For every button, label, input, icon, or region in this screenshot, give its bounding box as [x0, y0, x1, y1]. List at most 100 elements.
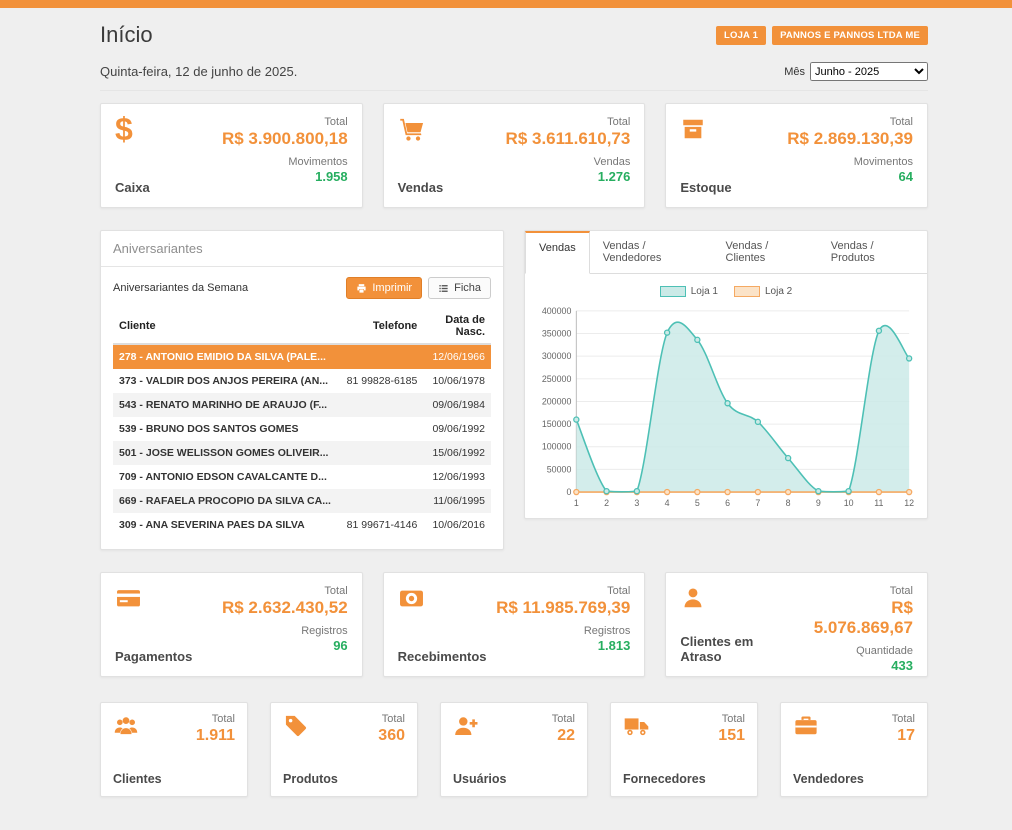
recebimentos-left: Recebimentos: [398, 585, 487, 664]
recebimentos-total-value: R$ 11.985.769,39: [496, 598, 630, 618]
vendas-card: Vendas Total R$ 3.611.610,73 Vendas 1.27…: [383, 103, 646, 208]
vendas-values: Total R$ 3.611.610,73 Vendas 1.276: [506, 116, 631, 195]
usuarios-count-title: Usuários: [453, 772, 507, 786]
row-cliente: 539 - BRUNO DOS SANTOS GOMES: [113, 417, 337, 441]
row-telefone: [337, 465, 423, 489]
row-cliente: 501 - JOSE WELISSON GOMES OLIVEIR...: [113, 441, 337, 465]
col-cliente: Cliente: [113, 309, 337, 344]
pagamentos-title: Pagamentos: [115, 649, 192, 664]
estoque-card: Estoque Total R$ 2.869.130,39 Movimentos…: [665, 103, 928, 208]
month-select[interactable]: Junho - 2025: [810, 62, 928, 81]
recebimentos-values: Total R$ 11.985.769,39 Registros 1.813: [496, 585, 630, 664]
printer-icon: [356, 283, 367, 294]
svg-text:250000: 250000: [542, 374, 572, 384]
fornecedores-count-values: Total 151: [718, 713, 745, 786]
row-telefone: 81 99828-6185: [337, 369, 423, 393]
caixa-sub-label: Movimentos: [222, 156, 348, 168]
clientes-atraso-card: Clientes em Atraso Total R$ 5.076.869,67…: [665, 572, 928, 677]
clientes-atraso-total-label: Total: [793, 585, 913, 597]
birthdays-panel-body: Aniversariantes da Semana Imprimir: [101, 267, 503, 549]
estoque-title: Estoque: [680, 180, 731, 195]
table-row[interactable]: 539 - BRUNO DOS SANTOS GOMES09/06/1992: [113, 417, 491, 441]
caixa-card: $ Caixa Total R$ 3.900.800,18 Movimentos…: [100, 103, 363, 208]
birthdays-panel-title: Aniversariantes: [101, 231, 503, 267]
tab-vendas-clientes[interactable]: Vendas / Clientes: [713, 231, 818, 273]
svg-text:0: 0: [566, 487, 571, 497]
ficha-button-label: Ficha: [454, 282, 481, 294]
svg-text:150000: 150000: [542, 419, 572, 429]
row-nasc: 10/06/1978: [423, 369, 491, 393]
loja2-swatch: [734, 286, 760, 297]
estoque-sub-value: 64: [787, 169, 913, 184]
produtos-count-value: 360: [378, 727, 405, 745]
produtos-count-total-label: Total: [378, 713, 405, 725]
top-stat-cards: $ Caixa Total R$ 3.900.800,18 Movimentos…: [100, 103, 928, 208]
svg-text:200000: 200000: [542, 396, 572, 406]
estoque-left: Estoque: [680, 116, 731, 195]
vendedores-count-left: Vendedores: [793, 713, 864, 786]
row-telefone: [337, 344, 423, 369]
col-telefone: Telefone: [337, 309, 423, 344]
vendedores-count-card: Vendedores Total 17: [780, 702, 928, 797]
table-row[interactable]: 501 - JOSE WELISSON GOMES OLIVEIR...15/0…: [113, 441, 491, 465]
table-row[interactable]: 543 - RENATO MARINHO DE ARAUJO (F...09/0…: [113, 393, 491, 417]
fornecedores-count-card: Fornecedores Total 151: [610, 702, 758, 797]
box-icon: [680, 116, 706, 142]
recebimentos-total-label: Total: [496, 585, 630, 597]
caixa-sub-value: 1.958: [222, 169, 348, 184]
date-row: Quinta-feira, 12 de junho de 2025. Mês J…: [100, 62, 928, 91]
row-nasc: 12/06/1993: [423, 465, 491, 489]
table-row[interactable]: 278 - ANTONIO EMIDIO DA SILVA (PALE... 12…: [113, 344, 491, 369]
tab-vendas[interactable]: Vendas: [525, 231, 590, 274]
sales-tabs: Vendas Vendas / Vendedores Vendas / Clie…: [525, 231, 927, 274]
month-picker: Mês Junho - 2025: [784, 62, 928, 81]
vendas-sub-label: Vendas: [506, 156, 631, 168]
estoque-total-label: Total: [787, 116, 913, 128]
svg-text:50000: 50000: [547, 464, 572, 474]
usuarios-count-values: Total 22: [552, 713, 575, 786]
produtos-count-card: Produtos Total 360: [270, 702, 418, 797]
row-cliente: 278 - ANTONIO EMIDIO DA SILVA (PALE...: [113, 344, 337, 369]
vendedores-count-title: Vendedores: [793, 772, 864, 786]
company-badge[interactable]: PANNOS E PANNOS LTDA ME: [772, 26, 928, 45]
table-row[interactable]: 669 - RAFAELA PROCOPIO DA SILVA CA... 11/…: [113, 489, 491, 513]
pagamentos-sub-label: Registros: [222, 625, 348, 637]
table-row[interactable]: 373 - VALDIR DOS ANJOS PEREIRA (AN...81 …: [113, 369, 491, 393]
person-icon: [680, 585, 706, 611]
table-row[interactable]: 309 - ANA SEVERINA PAES DA SILVA81 99671…: [113, 513, 491, 537]
clientes-count-total-label: Total: [196, 713, 235, 725]
estoque-total-value: R$ 2.869.130,39: [787, 129, 913, 149]
ficha-button[interactable]: Ficha: [428, 277, 491, 299]
dashboard-page: Início LOJA 1 PANNOS E PANNOS LTDA ME Qu…: [100, 20, 928, 797]
recebimentos-title: Recebimentos: [398, 649, 487, 664]
vendedores-count-total-label: Total: [892, 713, 915, 725]
row-telefone: [337, 393, 423, 417]
current-date: Quinta-feira, 12 de junho de 2025.: [100, 64, 297, 79]
caixa-total-label: Total: [222, 116, 348, 128]
vendas-left: Vendas: [398, 116, 444, 195]
row-telefone: [337, 489, 423, 513]
vendedores-count-values: Total 17: [892, 713, 915, 786]
table-row[interactable]: 709 - ANTONIO EDSON CAVALCANTE D... 12/06…: [113, 465, 491, 489]
usuarios-count-total-label: Total: [552, 713, 575, 725]
loja1-swatch: [660, 286, 686, 297]
list-icon: [438, 283, 449, 294]
row-cliente: 669 - RAFAELA PROCOPIO DA SILVA CA...: [113, 489, 337, 513]
row-cliente: 709 - ANTONIO EDSON CAVALCANTE D...: [113, 465, 337, 489]
row-nasc: 11/06/1995: [423, 489, 491, 513]
month-label: Mês: [784, 66, 805, 78]
row-telefone: 81 99671-4146: [337, 513, 423, 537]
chart-area: Loja 1 Loja 2 05000010000015000020000025…: [525, 274, 927, 518]
birthdays-buttons: Imprimir Ficha: [346, 277, 491, 299]
pagamentos-card: Pagamentos Total R$ 2.632.430,52 Registr…: [100, 572, 363, 677]
clientes-count-card: Clientes Total 1.911: [100, 702, 248, 797]
row-nasc: 12/06/1966: [423, 344, 491, 369]
sales-chart: 0500001000001500002000002500003000003500…: [533, 303, 919, 514]
tag-icon: [283, 713, 308, 738]
tab-vendas-vendedores[interactable]: Vendas / Vendedores: [590, 231, 713, 273]
recebimentos-card: Recebimentos Total R$ 11.985.769,39 Regi…: [383, 572, 646, 677]
print-button[interactable]: Imprimir: [346, 277, 422, 299]
tab-vendas-produtos[interactable]: Vendas / Produtos: [818, 231, 927, 273]
svg-text:6: 6: [725, 498, 730, 508]
store-badge[interactable]: LOJA 1: [716, 26, 766, 45]
